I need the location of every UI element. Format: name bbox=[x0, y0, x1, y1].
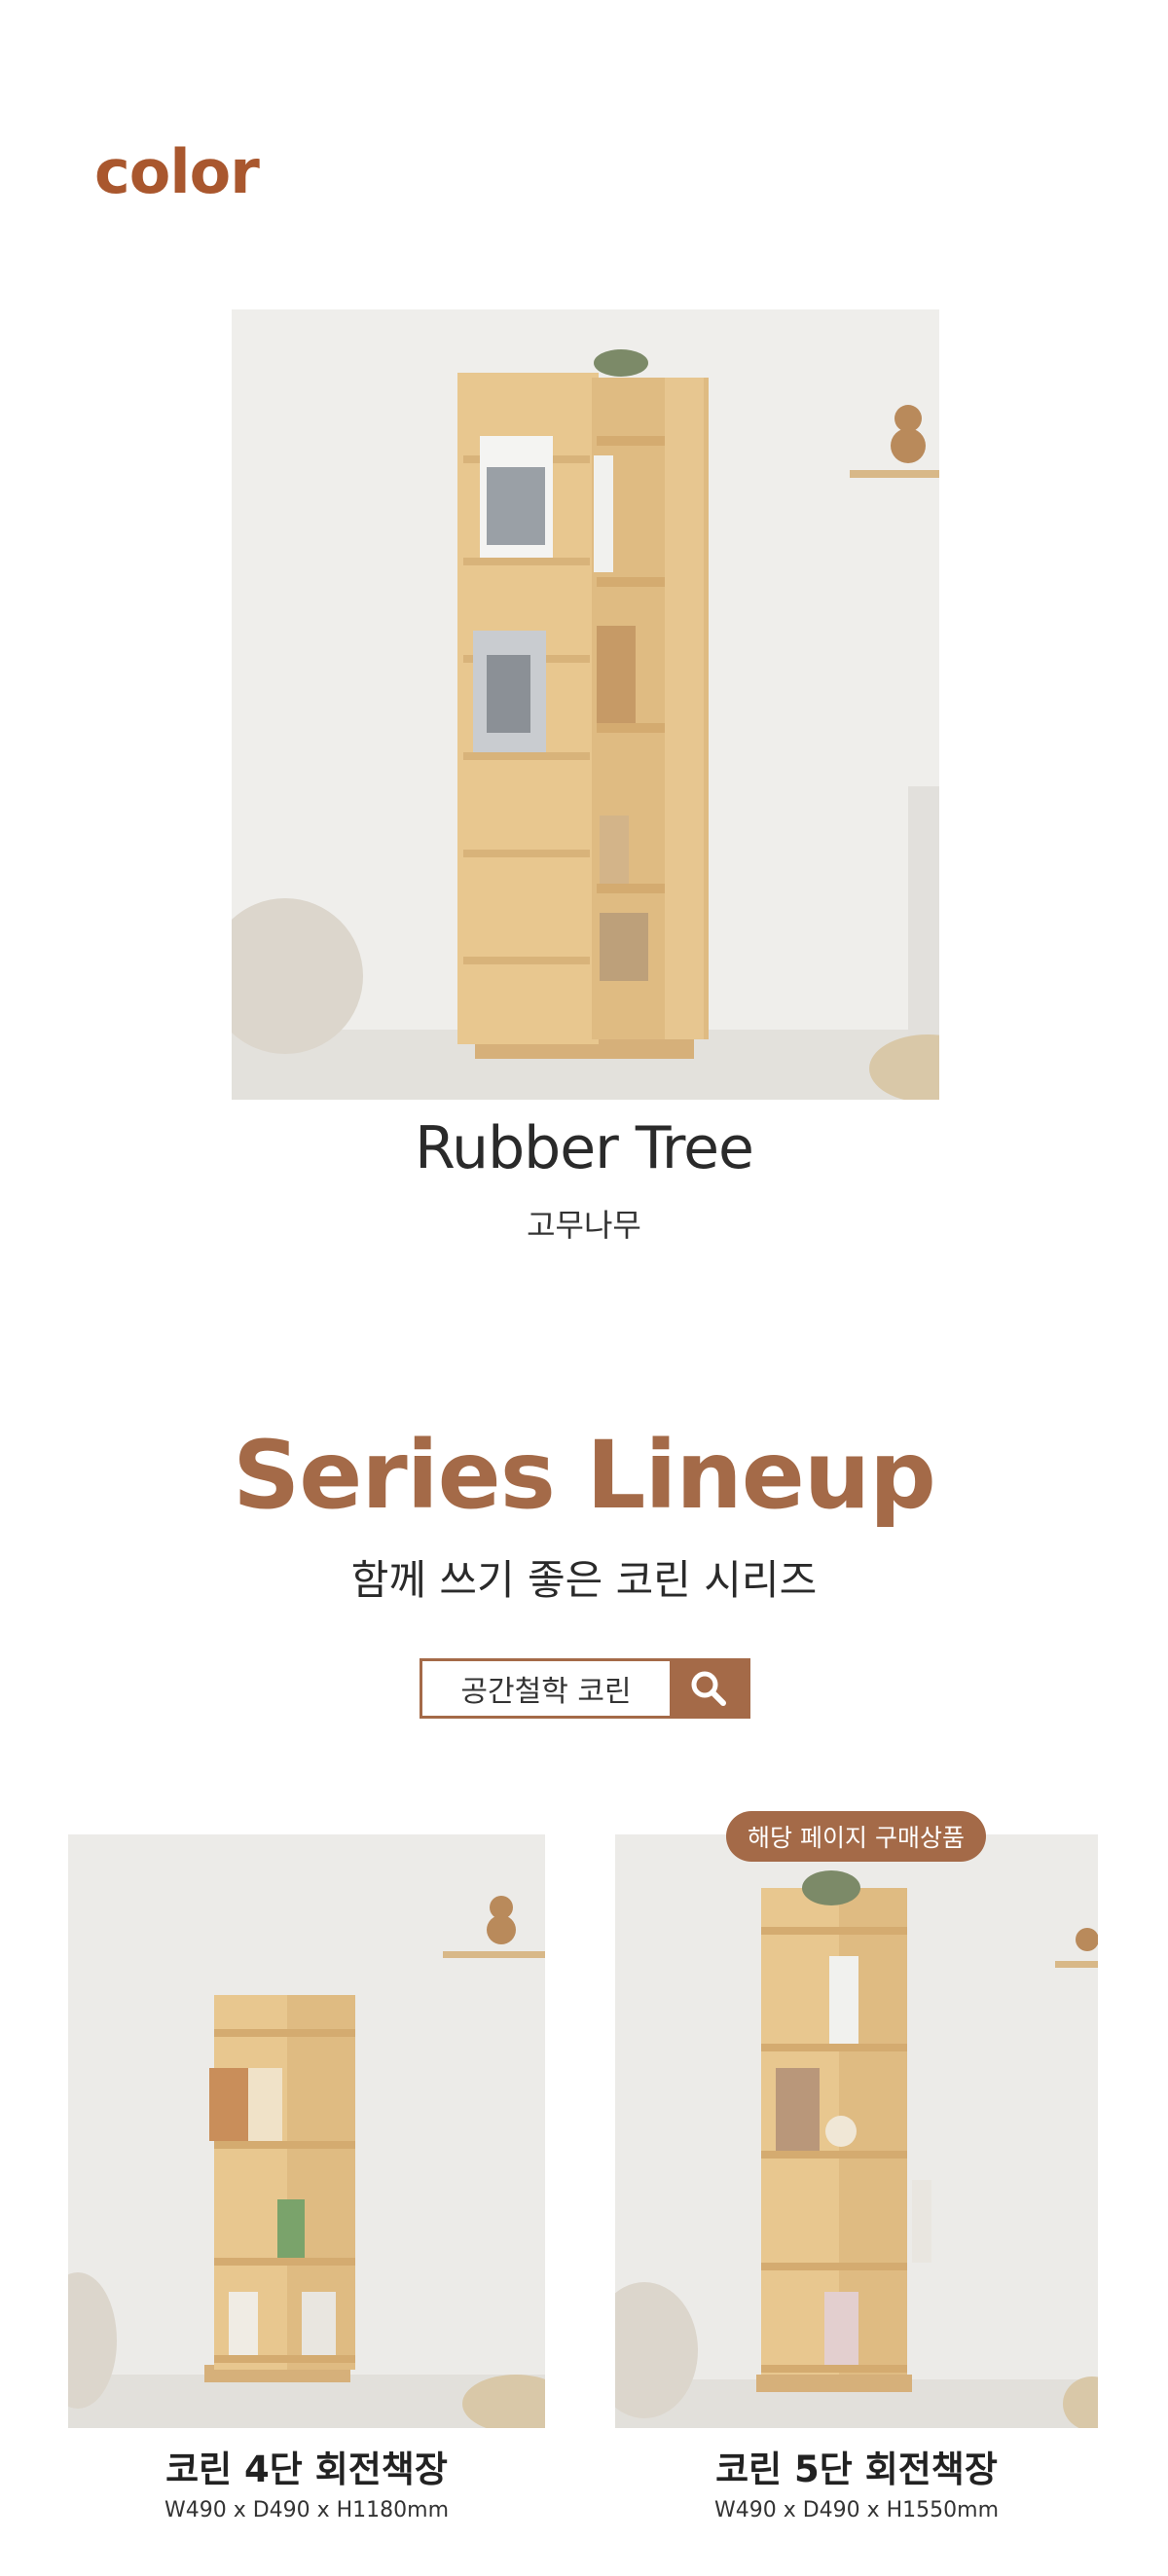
swatch-name-korean: 고무나무 bbox=[527, 1207, 641, 1244]
series-title: Series Lineup bbox=[233, 1421, 936, 1530]
rubber-tree-bookcase-photo bbox=[232, 309, 939, 1100]
5tier-bookcase-photo bbox=[615, 1834, 1098, 2428]
swatch-name: Rubber Tree bbox=[415, 1114, 754, 1182]
color-heading: color bbox=[94, 136, 260, 207]
search-keyword[interactable]: 공간철학 코린 bbox=[422, 1661, 670, 1716]
search-icon bbox=[691, 1671, 726, 1706]
product-name: 코린 4단 회전책장 bbox=[165, 2449, 448, 2490]
current-product-badge: 해당 페이지 구매상품 bbox=[726, 1811, 986, 1862]
lineup-card-5tier[interactable]: 코린 5단 회전책장 W490 x D490 x H1550mm bbox=[615, 1834, 1098, 2522]
brand-search-bar[interactable]: 공간철학 코린 bbox=[420, 1658, 750, 1719]
search-button[interactable] bbox=[670, 1661, 748, 1716]
product-dimensions: W490 x D490 x H1180mm bbox=[164, 2498, 450, 2522]
product-name: 코린 5단 회전책장 bbox=[715, 2449, 998, 2490]
lineup-card-4tier[interactable]: 코린 4단 회전책장 W490 x D490 x H1180mm bbox=[68, 1834, 545, 2522]
4tier-bookcase-photo bbox=[68, 1834, 545, 2428]
series-subtitle: 함께 쓰기 좋은 코린 시리즈 bbox=[350, 1556, 818, 1604]
product-dimensions: W490 x D490 x H1550mm bbox=[713, 2498, 1000, 2522]
